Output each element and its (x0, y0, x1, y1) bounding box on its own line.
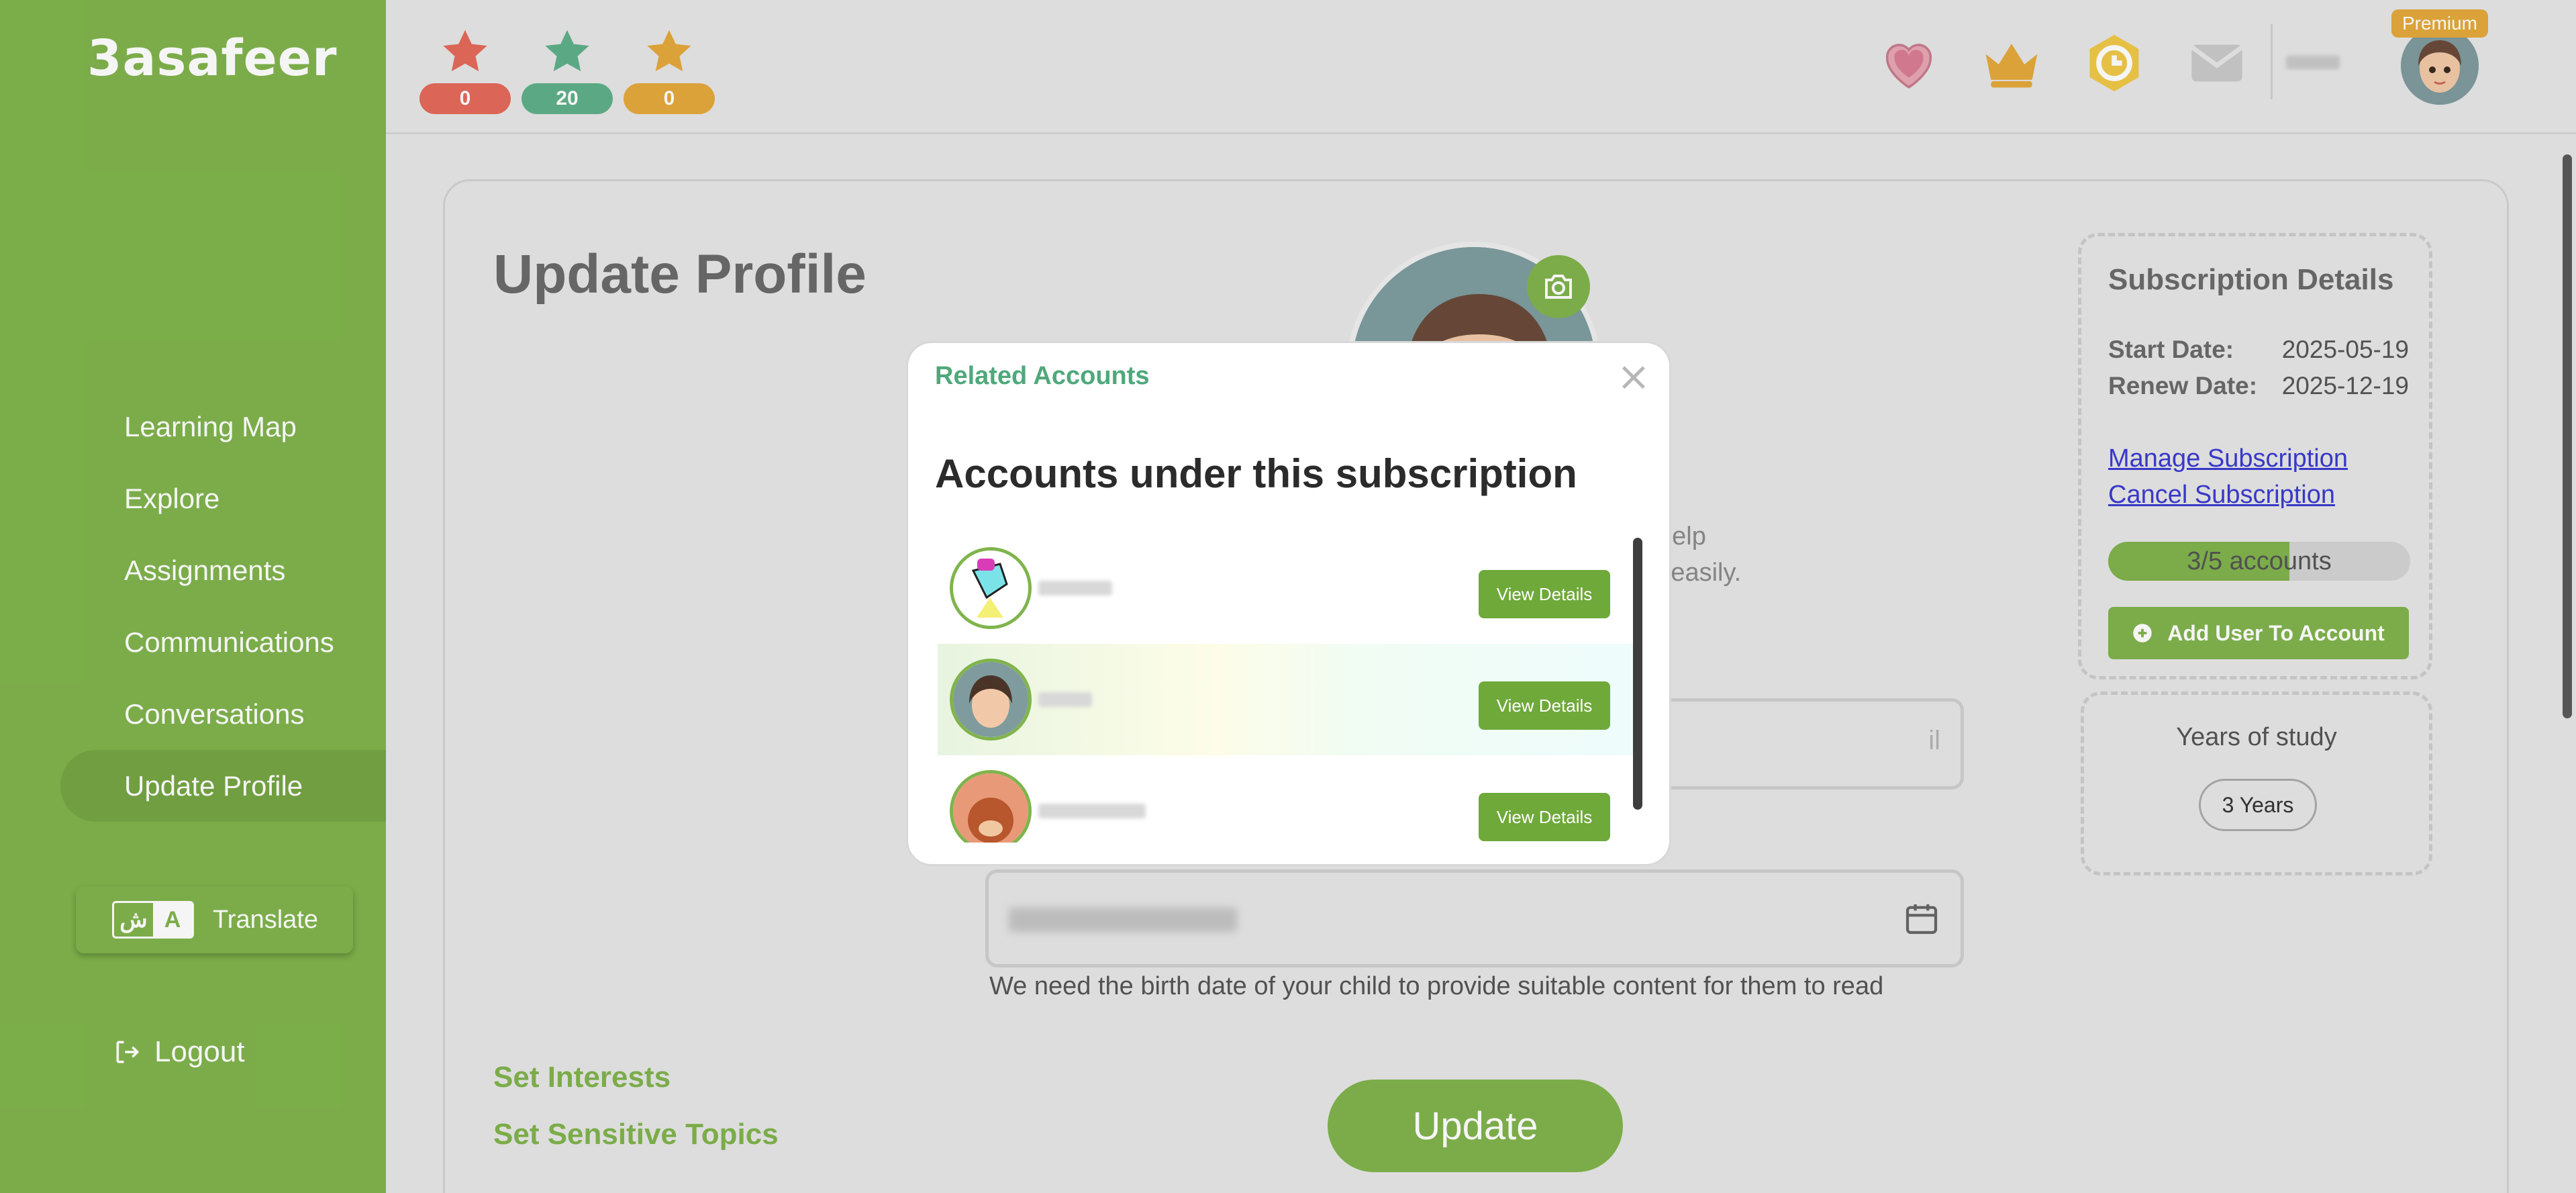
accounts-list[interactable]: View Details View Details View Details (938, 532, 1636, 843)
account-avatar (950, 770, 1032, 843)
modal-kicker: Related Accounts (935, 362, 1150, 390)
dog-avatar-icon (953, 773, 1028, 843)
modal-scrollbar[interactable] (1633, 538, 1642, 810)
girl-avatar-icon (953, 662, 1028, 737)
account-avatar (950, 659, 1032, 741)
sticker-avatar-icon (953, 551, 1028, 626)
account-name-redacted (1038, 692, 1092, 707)
account-name-redacted (1038, 581, 1112, 595)
account-row: View Details (938, 755, 1636, 843)
account-name-redacted (1038, 804, 1146, 818)
view-details-button[interactable]: View Details (1479, 793, 1610, 841)
related-accounts-modal: Related Accounts × Accounts under this s… (906, 341, 1671, 866)
close-icon[interactable]: × (1617, 356, 1650, 397)
view-details-button[interactable]: View Details (1479, 570, 1610, 618)
account-avatar (950, 547, 1032, 629)
account-row: View Details (938, 532, 1636, 644)
view-details-button[interactable]: View Details (1479, 681, 1610, 730)
modal-title: Accounts under this subscription (935, 451, 1577, 496)
account-row: View Details (938, 644, 1636, 755)
